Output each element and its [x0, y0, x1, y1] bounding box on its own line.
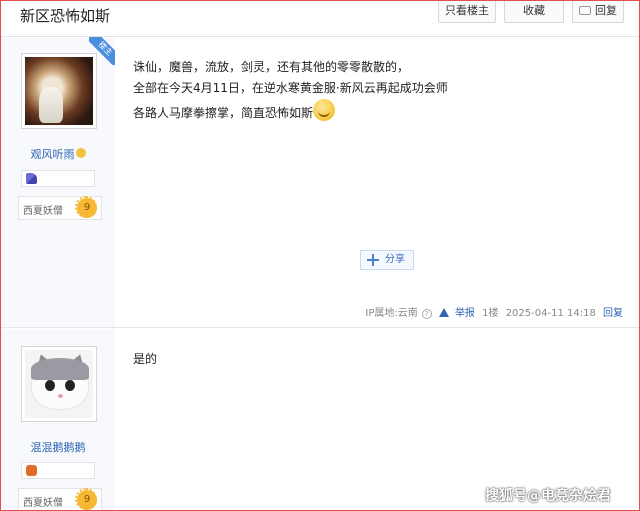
plus-icon: [367, 254, 379, 266]
post: 混混鹅鹅鹅 西夏妖僧 9 是的: [1, 329, 639, 510]
help-icon[interactable]: ?: [421, 309, 432, 319]
content-line: 是的: [133, 352, 158, 366]
floor-number: 1楼: [482, 308, 499, 319]
warning-icon: [438, 308, 449, 317]
post-body: 是的: [115, 329, 639, 510]
report-link[interactable]: 举报: [438, 308, 475, 319]
watermark: 搜狐号@电竞杂烩君: [485, 488, 611, 504]
avatar[interactable]: [21, 346, 97, 422]
badge-box: [21, 462, 95, 479]
level-title: 西夏妖僧: [23, 206, 63, 217]
op-ribbon: 楼主: [89, 37, 117, 65]
comment-icon: [579, 6, 591, 15]
gamepad-icon: [26, 465, 37, 476]
post-time: 2025-04-11 14:18: [505, 308, 596, 319]
reply-button[interactable]: 回复: [572, 1, 624, 23]
level-number: 9: [75, 488, 97, 510]
ip-location: IP属地:云南: [365, 308, 418, 319]
avatar[interactable]: [21, 53, 97, 129]
reply-link[interactable]: 回复: [603, 308, 623, 319]
level-badge[interactable]: 西夏妖僧 9: [18, 196, 102, 220]
badge-box: [21, 170, 95, 187]
author-panel: 观风听雨 西夏妖僧 9: [1, 38, 115, 327]
thread-header: 新区恐怖如斯 只看楼主 收藏 回复: [1, 1, 639, 37]
level-title: 西夏妖僧: [23, 498, 63, 509]
content-line: 诛仙，魔兽，流放，剑灵，还有其他的零零散散的，: [133, 60, 410, 74]
post-content: 是的: [133, 349, 157, 370]
unicorn-icon: [26, 173, 37, 184]
thread-page: 新区恐怖如斯 只看楼主 收藏 回复 观风听雨 西夏妖僧 9 楼主 诛仙，魔兽，流…: [0, 0, 640, 511]
post-body: 诛仙，魔兽，流放，剑灵，还有其他的零零散散的， 全部在今天4月11日，在逆水寒黄…: [115, 38, 639, 327]
smile-emoji-icon: [313, 99, 336, 121]
content-line: 全部在今天4月11日，在逆水寒黄金服·新风云再起成功会师: [133, 81, 448, 95]
post-content: 诛仙，魔兽，流放，剑灵，还有其他的零零散散的， 全部在今天4月11日，在逆水寒黄…: [133, 57, 448, 124]
content-line: 各路人马摩拳擦掌，简直恐怖如斯: [133, 99, 448, 124]
share-button[interactable]: 分享: [360, 250, 414, 270]
username[interactable]: 混混鹅鹅鹅: [1, 439, 115, 455]
reply-button-label: 回复: [595, 4, 617, 17]
author-panel: 混混鹅鹅鹅 西夏妖僧 9: [1, 329, 115, 510]
post-meta: IP属地:云南? 举报 1楼 2025-04-11 14:18 回复: [361, 304, 623, 319]
thread-title: 新区恐怖如斯: [20, 7, 111, 25]
favorite-button[interactable]: 收藏: [504, 1, 564, 23]
level-number: 9: [75, 196, 97, 218]
post: 观风听雨 西夏妖僧 9 楼主 诛仙，魔兽，流放，剑灵，还有其他的零零散散的， 全…: [1, 37, 639, 328]
level-badge[interactable]: 西夏妖僧 9: [18, 488, 102, 510]
smiley-icon: [75, 148, 86, 158]
only-op-button[interactable]: 只看楼主: [438, 1, 496, 23]
username[interactable]: 观风听雨: [1, 146, 115, 162]
